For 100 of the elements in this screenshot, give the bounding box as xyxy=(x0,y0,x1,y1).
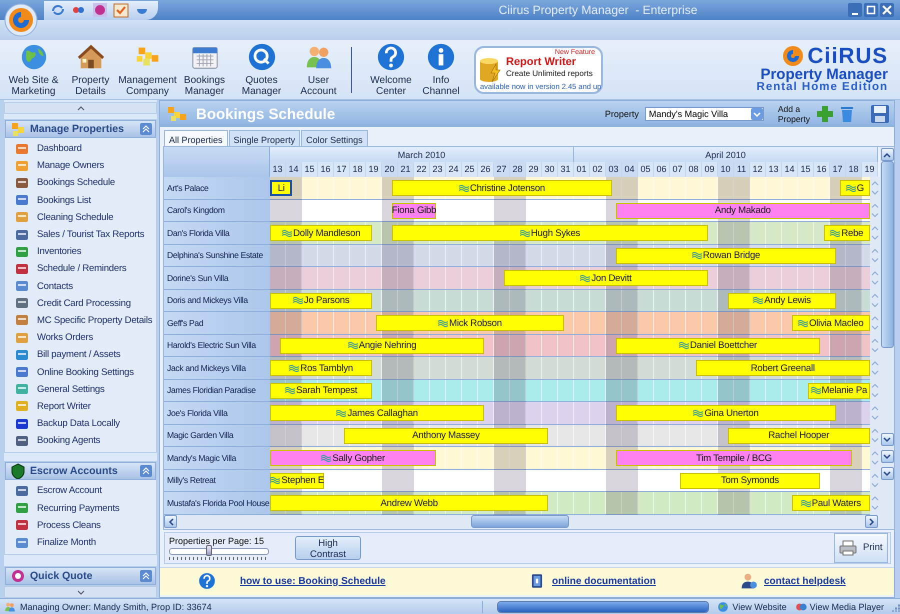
high-contrast-button[interactable]: High Contrast xyxy=(295,536,361,560)
booking-bar[interactable]: Sally Gopher xyxy=(270,450,436,466)
property-dropdown[interactable]: Mandy's Magic Villa xyxy=(644,107,764,121)
sidebar-item[interactable]: Recurring Payments xyxy=(5,500,156,517)
ribbon-button[interactable]: Bookings Manager xyxy=(176,42,233,97)
booking-bar[interactable]: Andy Lewis xyxy=(728,292,836,308)
ribbon-button[interactable]: Info Channel xyxy=(416,42,466,97)
booking-bar[interactable]: Christine Jotenson xyxy=(392,180,612,196)
maximize-button[interactable] xyxy=(864,3,878,17)
booking-bar[interactable]: Ros Tamblyn xyxy=(270,360,372,376)
collapse-button[interactable] xyxy=(140,123,152,135)
booking-bar[interactable]: James Callaghan xyxy=(270,405,484,421)
sidebar-item[interactable]: Contacts xyxy=(5,278,156,295)
sidebar-item[interactable]: Booking Agents xyxy=(5,432,156,450)
scroll-end-button[interactable] xyxy=(880,467,894,480)
sidebar-item[interactable]: Report Writer xyxy=(5,398,156,415)
ribbon-button[interactable]: Web Site & Marketing xyxy=(5,42,62,97)
collapse-button[interactable] xyxy=(140,465,152,478)
sidebar-item[interactable]: General Settings xyxy=(5,380,156,398)
ribbon-button[interactable]: User Account xyxy=(290,42,347,97)
booking-bar[interactable]: Rachel Hooper xyxy=(728,428,870,444)
property-name[interactable]: Dorine's Sun Villa xyxy=(164,267,270,290)
property-name[interactable]: Jack and Mickeys Villa xyxy=(164,357,270,380)
help-link[interactable]: how to use: Booking Schedule xyxy=(236,576,528,586)
slider-thumb[interactable] xyxy=(206,544,212,556)
sidebar-item[interactable]: Finalize Month xyxy=(5,534,156,552)
booking-bar[interactable]: Rowan Bridge xyxy=(616,248,836,264)
booking-bar[interactable]: Andrew Webb xyxy=(270,495,548,511)
booking-bar[interactable]: Dolly Mandleson xyxy=(270,225,372,241)
calendar-icon[interactable] xyxy=(113,2,129,18)
status-link[interactable]: View Website xyxy=(732,602,787,612)
property-name[interactable]: Mandy's Magic Villa xyxy=(164,447,270,470)
minimize-button[interactable] xyxy=(848,3,862,17)
booking-bar[interactable]: Melanie Pa xyxy=(808,382,870,398)
sidebar-item[interactable]: Bill payment / Assets xyxy=(5,346,156,364)
sidebar-item[interactable]: Dashboard xyxy=(5,140,156,158)
print-button[interactable]: Print xyxy=(834,532,888,562)
save-icon[interactable] xyxy=(870,104,890,124)
page-down-button[interactable] xyxy=(880,450,894,463)
sidebar-item[interactable]: Inventories xyxy=(5,243,156,260)
sidebar-item[interactable]: Bookings List xyxy=(5,192,156,209)
ribbon-button[interactable]: Welcome Center xyxy=(366,42,416,97)
property-name[interactable]: Joe's Florida Villa xyxy=(164,402,270,424)
close-button[interactable] xyxy=(880,3,894,17)
sidebar-item[interactable]: Sales / Tourist Tax Reports xyxy=(5,226,156,244)
booking-bar[interactable]: Jo Parsons xyxy=(270,292,372,308)
booking-bar[interactable]: Paul Waters xyxy=(792,495,870,511)
booking-bar[interactable]: Angie Nehring xyxy=(280,338,484,354)
scroll-right-button[interactable] xyxy=(865,515,878,528)
property-name[interactable]: Doris and Mickeys Villa xyxy=(164,290,270,312)
help-link[interactable]: contact helpdesk xyxy=(760,576,894,586)
trash-icon[interactable] xyxy=(840,105,854,123)
collapse-button[interactable] xyxy=(140,570,152,582)
refresh-icon[interactable] xyxy=(50,2,66,18)
scroll-up-button[interactable] xyxy=(880,148,894,161)
property-name[interactable]: James Floridian Paradise xyxy=(164,380,270,402)
booking-bar[interactable]: Mick Robson xyxy=(376,315,564,331)
scroll-down-button[interactable] xyxy=(880,433,894,446)
booking-bar[interactable]: Li xyxy=(270,180,292,196)
property-name[interactable]: Dan's Florida Villa xyxy=(164,222,270,244)
sidebar-item[interactable]: Escrow Account xyxy=(5,482,156,500)
plus-icon[interactable] xyxy=(816,105,834,123)
booking-bar[interactable]: Daniel Boettcher xyxy=(616,338,820,354)
ribbon-button[interactable]: Management Company xyxy=(119,42,176,97)
tab[interactable]: Single Property xyxy=(228,130,300,146)
booking-bar[interactable]: Andy Makado xyxy=(616,202,870,218)
property-name[interactable]: Magic Garden Villa xyxy=(164,424,270,447)
booking-bar[interactable]: Olivia Macleo xyxy=(792,315,870,331)
status-link[interactable]: View Media Player xyxy=(810,602,884,612)
booking-bar[interactable]: Robert Greenall xyxy=(696,360,870,376)
property-name[interactable]: Geff's Pad xyxy=(164,312,270,334)
booking-bar[interactable]: Hugh Sykes xyxy=(392,225,708,241)
booking-bar[interactable]: Stephen E xyxy=(270,472,324,488)
sidebar-item[interactable]: Backup Data Locally xyxy=(5,415,156,432)
ribbon-button[interactable]: Property Details xyxy=(62,42,119,97)
sidebar-item[interactable]: MC Specific Property Details xyxy=(5,312,156,330)
booking-bar[interactable]: Rebe xyxy=(824,225,870,241)
sidebar-item[interactable]: Works Orders xyxy=(5,329,156,346)
sidebar-item[interactable]: Bookings Schedule xyxy=(5,174,156,192)
property-name[interactable]: Milly's Retreat xyxy=(164,470,270,492)
app-logo-icon[interactable] xyxy=(4,3,38,37)
scrollbar-thumb[interactable] xyxy=(880,161,894,348)
property-name[interactable]: Carol's Kingdom xyxy=(164,200,270,222)
booking-bar[interactable]: Jon Devitt xyxy=(504,270,708,286)
scrollbar-thumb[interactable] xyxy=(471,515,569,528)
booking-bar[interactable]: Tom Symonds xyxy=(680,472,820,488)
help-link[interactable]: online documentation xyxy=(548,576,740,586)
sidebar-item[interactable]: Credit Card Processing xyxy=(5,294,156,312)
booking-bar[interactable]: Sarah Tempest xyxy=(270,382,372,398)
sidebar-item[interactable]: Schedule / Reminders xyxy=(5,260,156,278)
ribbon-button[interactable]: Quotes Manager xyxy=(233,42,290,97)
sidebar-item[interactable]: Manage Owners xyxy=(5,157,156,174)
property-name[interactable]: Art's Palace xyxy=(164,177,270,200)
scroll-left-button[interactable] xyxy=(164,515,177,528)
sidebar-item[interactable]: Cleaning Schedule xyxy=(5,208,156,226)
property-name[interactable]: Mustafa's Florida Pool House xyxy=(164,492,270,514)
tab[interactable]: Color Settings xyxy=(301,130,368,146)
booking-bar[interactable]: Gina Unerton xyxy=(616,405,836,421)
booking-bar[interactable]: Anthony Massey xyxy=(344,428,548,444)
property-name[interactable]: Delphina's Sunshine Estate xyxy=(164,244,270,267)
